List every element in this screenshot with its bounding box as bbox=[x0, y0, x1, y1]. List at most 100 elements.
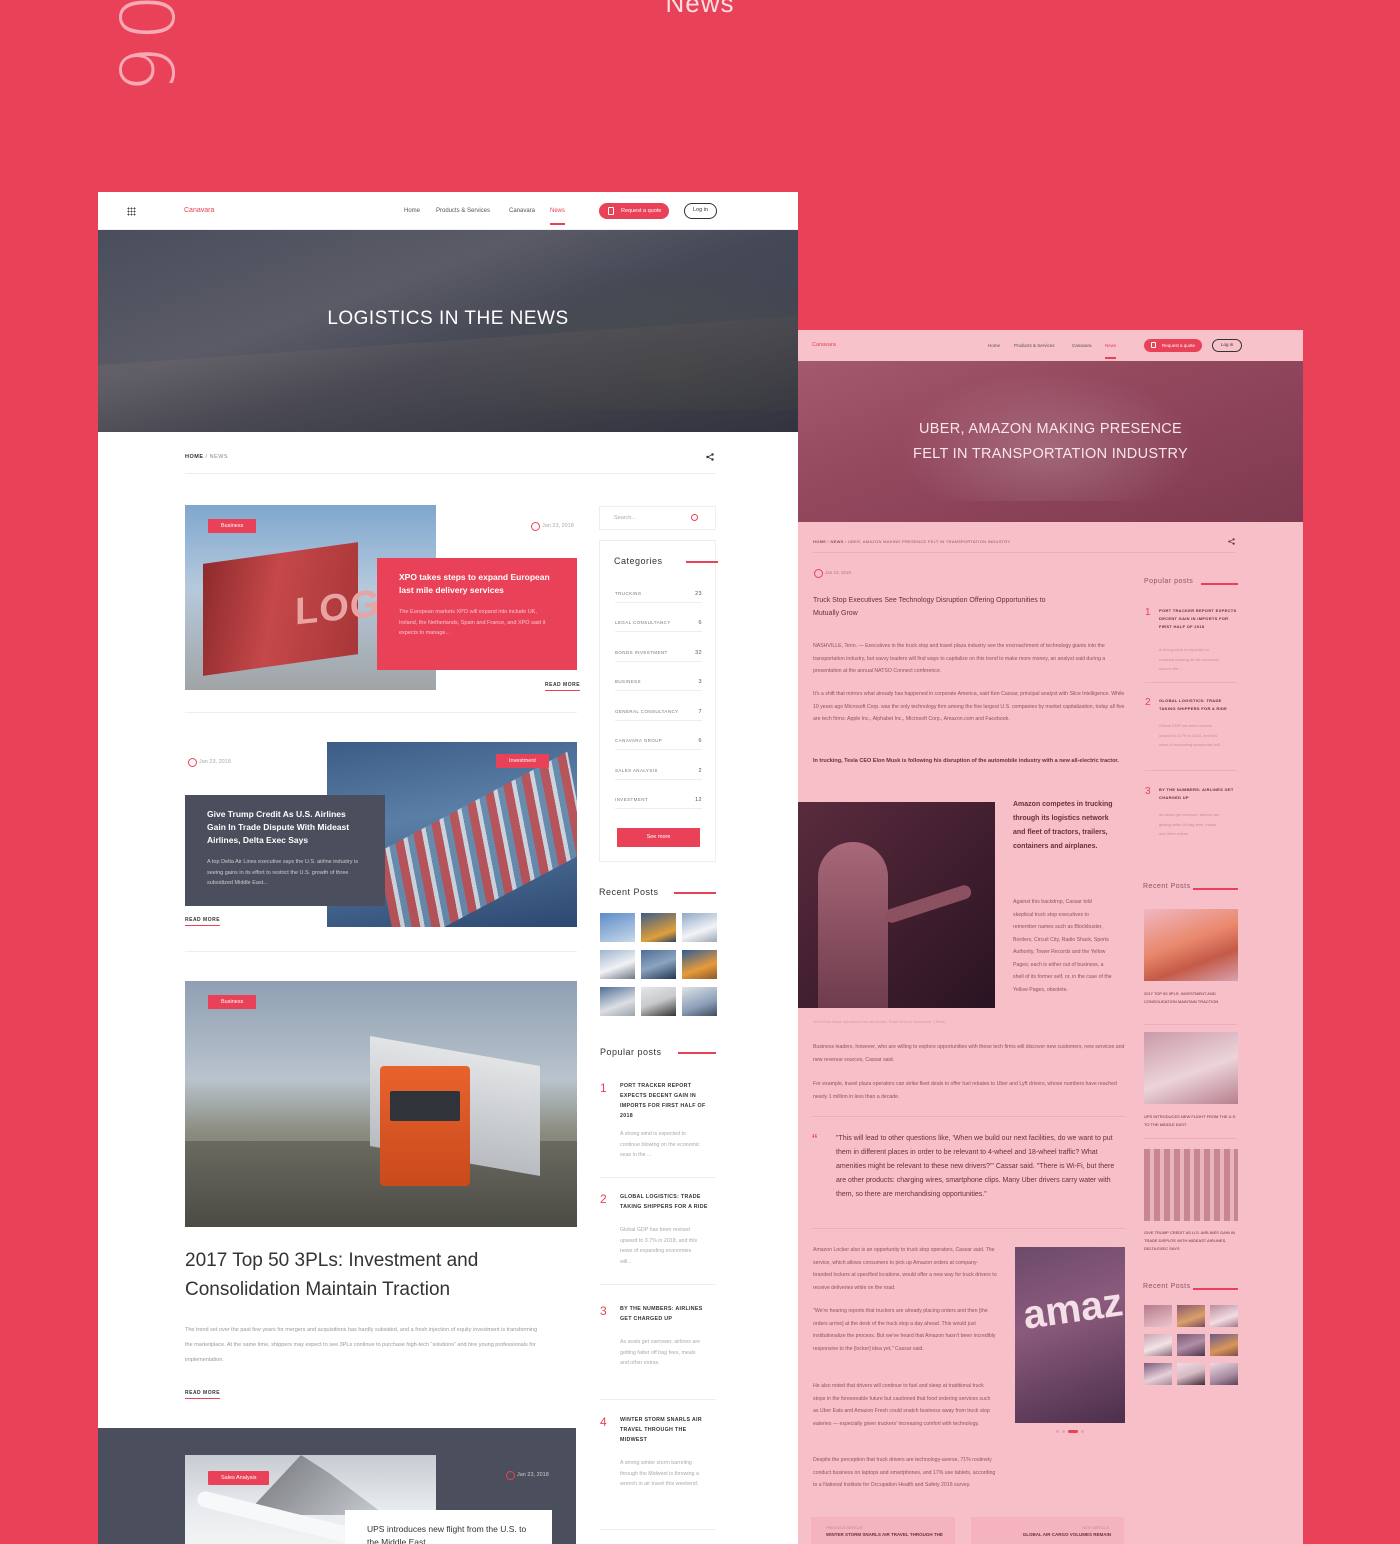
recent-thumb[interactable] bbox=[600, 950, 635, 979]
title-underline bbox=[678, 1052, 716, 1054]
tag-investment[interactable]: Investment bbox=[496, 754, 549, 768]
category-item[interactable]: TRUCKING 23 bbox=[615, 591, 702, 603]
popular-post-item[interactable]: 3 BY THE NUMBERS: AIRLINES GET CHARGED U… bbox=[1145, 786, 1240, 856]
speaker-figure bbox=[818, 842, 888, 1008]
recent-thumb[interactable] bbox=[1144, 909, 1238, 981]
read-more-link[interactable]: READ MORE bbox=[545, 682, 581, 691]
nav-home[interactable]: Home bbox=[988, 343, 1000, 348]
title-underline bbox=[1193, 888, 1238, 890]
popular-post-item[interactable]: 2 GLOBAL LOGISTICS: TRADE TAKING SHIPPER… bbox=[1145, 697, 1240, 777]
recent-thumb[interactable] bbox=[1177, 1305, 1205, 1327]
tag-business[interactable]: Business bbox=[208, 519, 257, 533]
recent-thumb[interactable] bbox=[641, 950, 676, 979]
category-name: CANAVARA GROUP bbox=[615, 738, 663, 743]
recent-thumb[interactable] bbox=[1144, 1305, 1172, 1327]
share-icon[interactable] bbox=[706, 453, 714, 461]
post-card[interactable]: XPO takes steps to expand European last … bbox=[377, 558, 577, 670]
popular-title[interactable]: BY THE NUMBERS: AIRLINES GET CHARGED UP bbox=[620, 1304, 712, 1324]
next-article-link[interactable]: NEXT ARTICLE GLOBAL AIR CARGO VOLUMES RE… bbox=[971, 1517, 1124, 1544]
speaker-arm bbox=[883, 883, 973, 925]
request-quote-button[interactable]: Request a quote bbox=[1144, 339, 1203, 352]
popular-excerpt: A strong wind is expected to continue bl… bbox=[620, 1131, 700, 1158]
category-item[interactable]: BUSINESS 3 bbox=[615, 679, 702, 691]
breadcrumb-news[interactable]: NEWS bbox=[830, 539, 843, 544]
nav-news[interactable]: News bbox=[1105, 343, 1117, 359]
search-icon[interactable] bbox=[691, 514, 698, 521]
recent-title[interactable]: GIVE TRUMP CREDIT AS U.S. AIRLINES GAIN … bbox=[1144, 1229, 1239, 1253]
popular-title[interactable]: GLOBAL LOGISTICS: TRADE TAKING SHIPPERS … bbox=[1159, 697, 1237, 713]
aside-text: Against this backdrop, Cassar told skept… bbox=[1013, 899, 1112, 993]
recent-thumb[interactable] bbox=[682, 950, 717, 979]
nav-products[interactable]: Products & Services bbox=[436, 208, 490, 214]
share-icon[interactable] bbox=[1228, 538, 1235, 545]
truck-image[interactable] bbox=[185, 981, 577, 1227]
nav-canavara[interactable]: Canavara bbox=[509, 208, 535, 214]
popular-title[interactable]: PORT TRACKER REPORT EXPECTS DECENT GAIN … bbox=[620, 1081, 712, 1121]
popular-post-item[interactable]: 2 GLOBAL LOGISTICS: TRADE TAKING SHIPPER… bbox=[600, 1192, 716, 1292]
popular-title[interactable]: PORT TRACKER REPORT EXPECTS DECENT GAIN … bbox=[1159, 607, 1237, 631]
popular-title[interactable]: BY THE NUMBERS: AIRLINES GET CHARGED UP bbox=[1159, 786, 1237, 802]
request-quote-label: Request a quote bbox=[1162, 343, 1196, 348]
post-title[interactable]: UPS introduces new flight from the U.S. … bbox=[367, 1523, 530, 1544]
recent-thumb[interactable] bbox=[1144, 1149, 1238, 1221]
recent-thumb[interactable] bbox=[1144, 1363, 1172, 1385]
menu-grid-icon[interactable] bbox=[127, 207, 136, 216]
read-more-link[interactable]: READ MORE bbox=[185, 917, 221, 926]
see-more-button[interactable]: See more bbox=[617, 828, 700, 847]
recent-thumb[interactable] bbox=[682, 913, 717, 942]
nav-news[interactable]: News bbox=[550, 208, 566, 225]
login-button[interactable]: Log in bbox=[684, 203, 717, 219]
truck-windshield bbox=[390, 1091, 460, 1121]
logo[interactable]: Canavara bbox=[812, 342, 836, 348]
carousel-dots[interactable] bbox=[1056, 1430, 1086, 1433]
recent-thumb[interactable] bbox=[641, 913, 676, 942]
recent-thumb[interactable] bbox=[1177, 1334, 1205, 1356]
recent-title[interactable]: UPS INTRODUCES NEW FLIGHT FROM THE U.S. … bbox=[1144, 1113, 1239, 1129]
category-item[interactable]: CANAVARA GROUP 6 bbox=[615, 738, 702, 750]
tag-sales-analysis[interactable]: Sales Analysis bbox=[208, 1471, 270, 1485]
logo[interactable]: Canavara bbox=[184, 207, 214, 214]
popular-post-item[interactable]: 3 BY THE NUMBERS: AIRLINES GET CHARGED U… bbox=[600, 1304, 716, 1404]
recent-title[interactable]: 2017 TOP 50 3PLS: INVESTMENT AND CONSOLI… bbox=[1144, 990, 1239, 1006]
nav-home[interactable]: Home bbox=[404, 208, 420, 214]
category-item[interactable]: GENERAL CONSULTANCY 7 bbox=[615, 709, 702, 721]
popular-title[interactable]: WINTER STORM SNARLS AIR TRAVEL THROUGH T… bbox=[620, 1415, 712, 1445]
category-item[interactable]: INVESTMENT 12 bbox=[615, 797, 702, 809]
post-title[interactable]: 2017 Top 50 3PLs: Investment and Consoli… bbox=[185, 1246, 545, 1304]
recent-thumb[interactable] bbox=[600, 913, 635, 942]
nav-products[interactable]: Products & Services bbox=[1014, 343, 1055, 348]
recent-thumb[interactable] bbox=[1210, 1305, 1238, 1327]
breadcrumb-home[interactable]: HOME bbox=[185, 454, 204, 460]
recent-thumb[interactable] bbox=[1177, 1363, 1205, 1385]
popular-title[interactable]: GLOBAL LOGISTICS: TRADE TAKING SHIPPERS … bbox=[620, 1192, 712, 1212]
recent-thumb[interactable] bbox=[682, 987, 717, 1016]
read-more-link[interactable]: READ MORE bbox=[185, 1390, 221, 1399]
recent-thumb[interactable] bbox=[1210, 1334, 1238, 1356]
section-title: News bbox=[665, 0, 735, 18]
recent-thumb[interactable] bbox=[600, 987, 635, 1016]
category-item[interactable]: BONDS INVESTMENT 32 bbox=[615, 650, 702, 662]
post-title[interactable]: XPO takes steps to expand European last … bbox=[399, 571, 555, 597]
recent-thumb[interactable] bbox=[1210, 1363, 1238, 1385]
post-title[interactable]: Give Trump Credit As U.S. Airlines Gain … bbox=[207, 808, 363, 847]
category-item[interactable]: SALES ANALYSIS 2 bbox=[615, 768, 702, 780]
popular-post-item[interactable]: 4 WINTER STORM SNARLS AIR TRAVEL THROUGH… bbox=[600, 1415, 716, 1525]
popular-post-item[interactable]: 1 PORT TRACKER REPORT EXPECTS DECENT GAI… bbox=[1145, 607, 1240, 687]
post-card[interactable]: UPS introduces new flight from the U.S. … bbox=[345, 1510, 552, 1544]
category-item[interactable]: LEGAL CONSULTANCY 6 bbox=[615, 620, 702, 632]
popular-number: 4 bbox=[600, 1415, 607, 1429]
login-button[interactable]: Log in bbox=[1212, 339, 1243, 352]
popular-post-item[interactable]: 1 PORT TRACKER REPORT EXPECTS DECENT GAI… bbox=[600, 1081, 716, 1181]
breadcrumb-home[interactable]: HOME bbox=[813, 539, 826, 544]
hero-title: LOGISTICS IN THE NEWS bbox=[327, 308, 569, 329]
recent-thumb[interactable] bbox=[641, 987, 676, 1016]
previous-article-link[interactable]: PREVIOUS ARTICLE WINTER STORM SNARLS AIR… bbox=[811, 1517, 955, 1544]
search-input[interactable]: Search... bbox=[599, 506, 716, 530]
tag-business[interactable]: Business bbox=[208, 995, 257, 1009]
categories-title: Categories bbox=[614, 556, 663, 566]
nav-canavara[interactable]: Canavara bbox=[1072, 343, 1092, 348]
recent-thumb[interactable] bbox=[1144, 1032, 1238, 1104]
recent-thumb[interactable] bbox=[1144, 1334, 1172, 1356]
post-card[interactable]: Give Trump Credit As U.S. Airlines Gain … bbox=[185, 795, 385, 906]
request-quote-button[interactable]: Request a quote bbox=[599, 203, 670, 219]
